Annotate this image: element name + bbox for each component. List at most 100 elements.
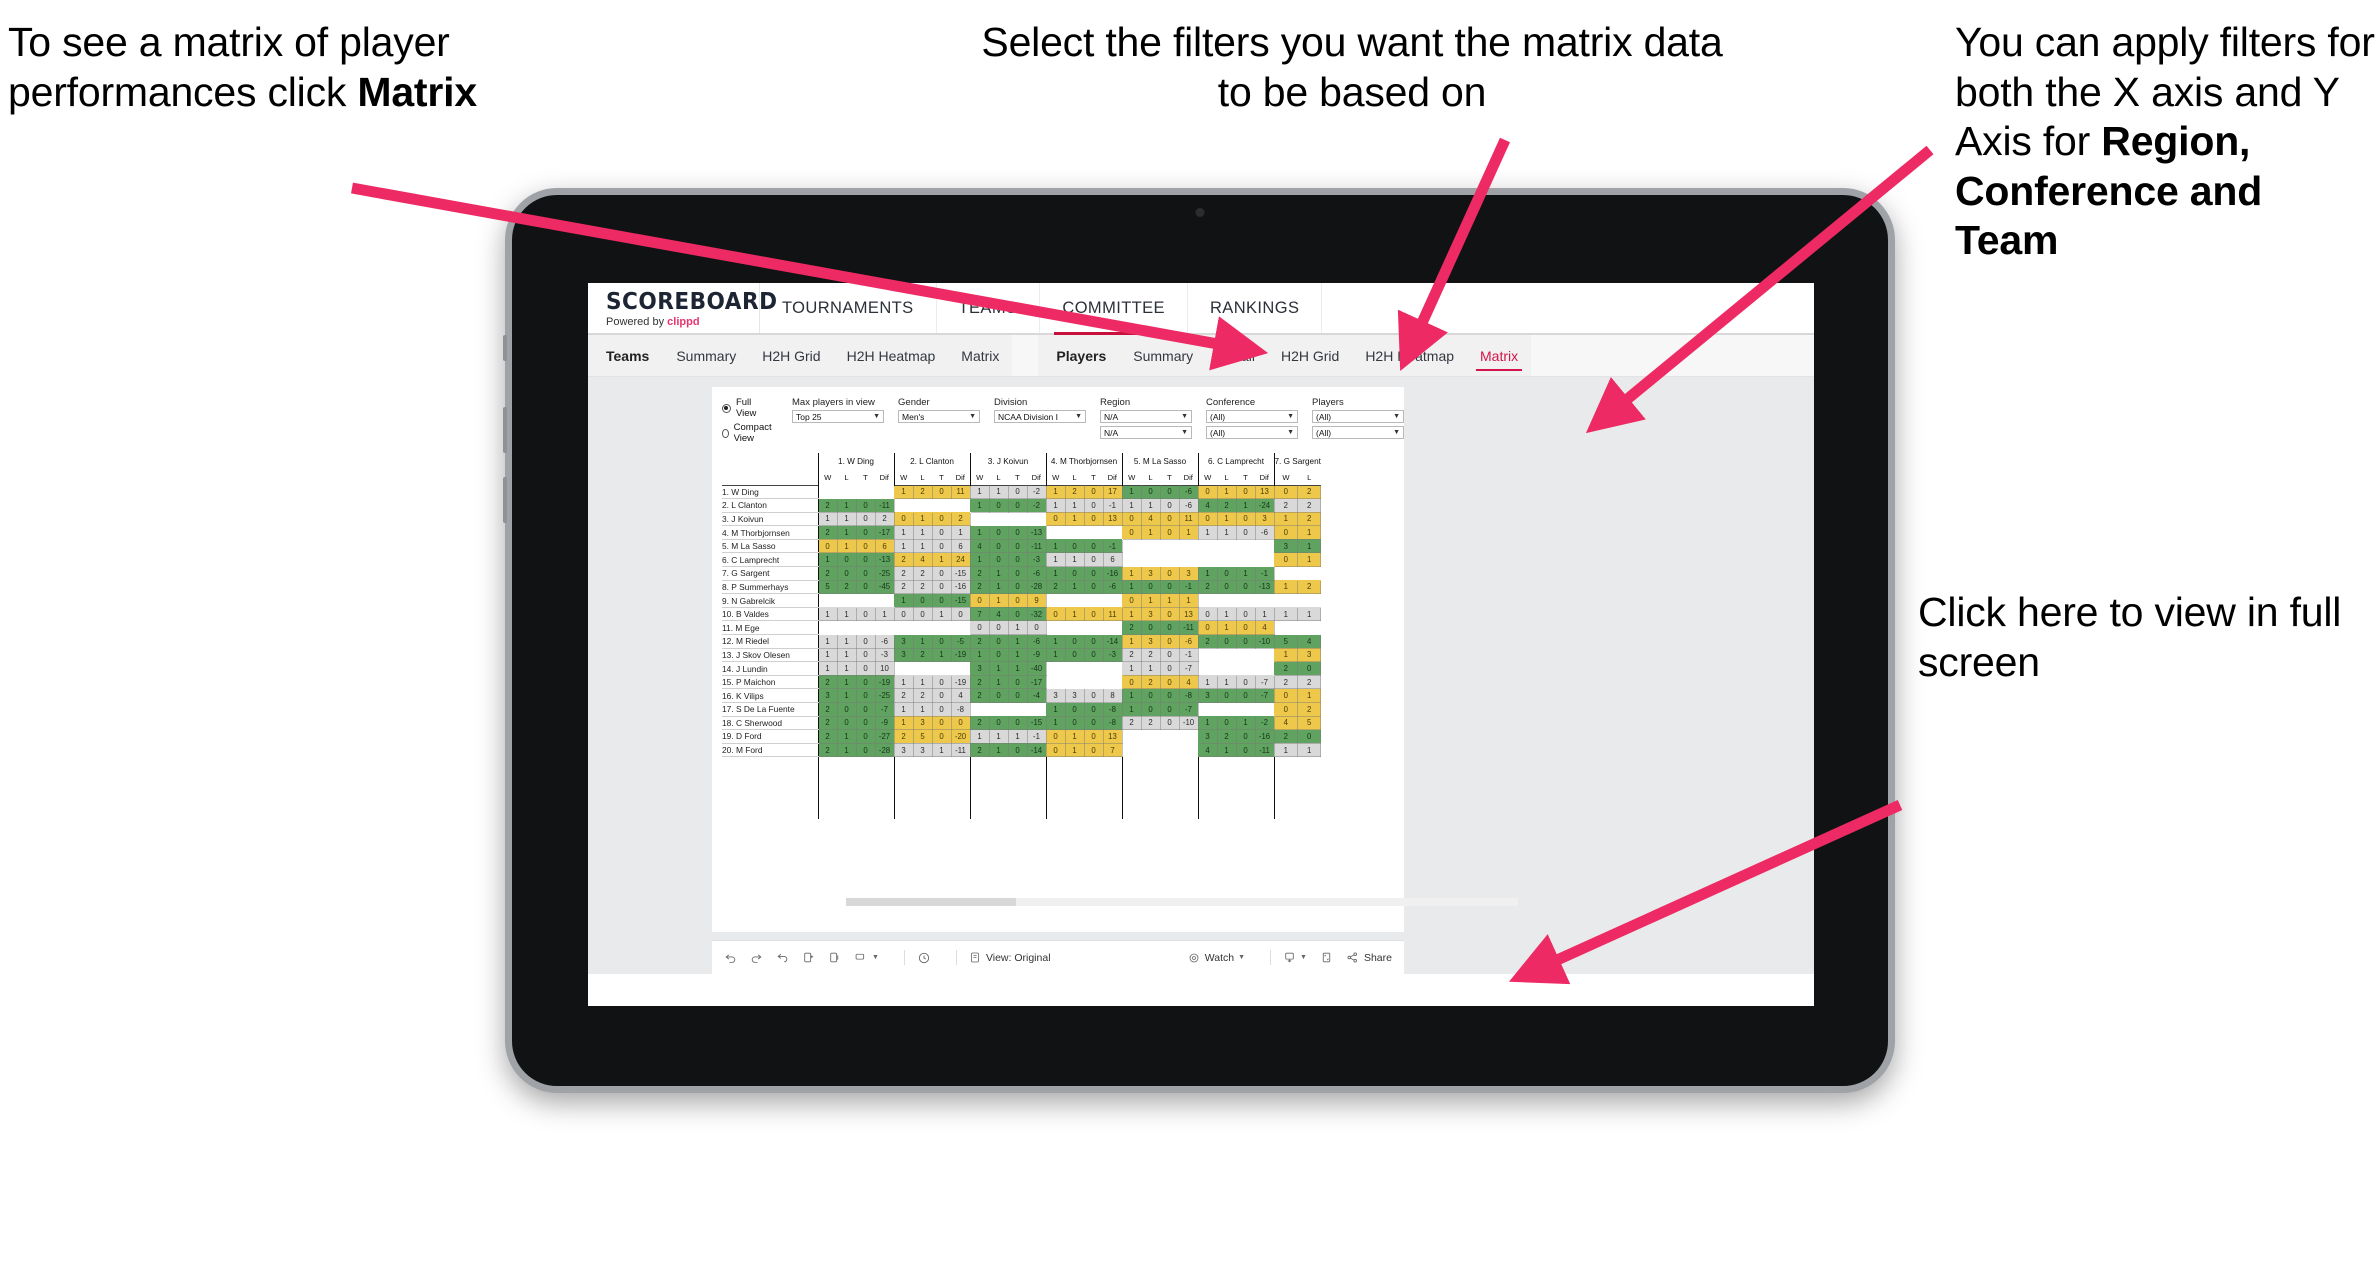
matrix-cell[interactable]: 0 xyxy=(969,620,990,636)
matrix-cell[interactable]: 2 xyxy=(1216,498,1237,513)
matrix-cell[interactable]: 1 xyxy=(1045,538,1066,554)
matrix-cell[interactable]: 13 xyxy=(1178,606,1199,622)
matrix-cell[interactable]: 1 xyxy=(893,525,914,540)
matrix-cell[interactable] xyxy=(1197,539,1217,553)
matrix-cell[interactable]: 0 xyxy=(1159,498,1180,513)
matrix-cell[interactable] xyxy=(817,620,837,635)
matrix-cell[interactable]: 3 xyxy=(1296,647,1322,663)
matrix-cell[interactable]: 0 xyxy=(836,715,857,731)
matrix-cell[interactable] xyxy=(1045,675,1065,689)
matrix-cell[interactable] xyxy=(1008,702,1027,717)
matrix-cell[interactable]: -14 xyxy=(1102,634,1123,649)
matrix-cell[interactable]: 1 xyxy=(988,593,1009,608)
matrix-cell[interactable]: 1 xyxy=(912,511,933,527)
matrix-cell[interactable]: 0 xyxy=(1007,525,1028,540)
matrix-cell[interactable] xyxy=(1255,539,1274,553)
matrix-cell[interactable]: -11 xyxy=(874,498,895,513)
matrix-cell[interactable]: 1 xyxy=(969,729,990,744)
matrix-cell[interactable]: -7 xyxy=(1178,702,1199,717)
matrix-cell[interactable]: 0 xyxy=(1083,498,1104,513)
matrix-cell[interactable]: -1 xyxy=(1178,579,1199,595)
matrix-cell[interactable]: 1 xyxy=(836,661,857,676)
matrix-cell[interactable]: 1 xyxy=(1216,620,1237,636)
matrix-cell[interactable]: 0 xyxy=(1007,674,1028,690)
matrix-cell[interactable] xyxy=(1103,593,1122,608)
matrix-cell[interactable]: 1 xyxy=(893,484,914,500)
matrix-cell[interactable]: 0 xyxy=(1197,511,1218,527)
matrix-cell[interactable]: 0 xyxy=(836,702,857,717)
filter-max-players-select[interactable]: Top 25 ▼ xyxy=(792,410,885,423)
matrix-cell[interactable]: -27 xyxy=(874,729,895,744)
matrix-cell[interactable] xyxy=(913,661,932,676)
matrix-cell[interactable]: 1 xyxy=(912,525,933,540)
matrix-cell[interactable]: 0 xyxy=(1007,742,1028,758)
matrix-cell[interactable]: 2 xyxy=(1296,484,1322,500)
matrix-cell[interactable]: 2 xyxy=(817,498,838,513)
matrix-cell[interactable]: 0 xyxy=(1235,484,1256,500)
matrix-cell[interactable] xyxy=(837,620,856,635)
matrix-cell[interactable]: -7 xyxy=(1178,661,1199,676)
share-button[interactable]: Share xyxy=(1346,951,1392,964)
matrix-cell[interactable]: 0 xyxy=(950,606,971,622)
matrix-cell[interactable]: 0 xyxy=(1045,606,1066,622)
view-original-button[interactable]: View: Original xyxy=(969,951,1051,964)
matrix-cell[interactable]: 2 xyxy=(893,688,914,703)
matrix-cell[interactable]: 0 xyxy=(855,729,876,744)
matrix-cell[interactable]: -7 xyxy=(874,702,895,717)
matrix-cell[interactable]: 2 xyxy=(1121,620,1142,636)
matrix-cell[interactable] xyxy=(817,485,837,499)
matrix-cell[interactable]: 1 xyxy=(1045,552,1066,568)
matrix-cell[interactable]: 4 xyxy=(1197,742,1218,758)
matrix-cell[interactable]: 0 xyxy=(1159,647,1180,663)
matrix-cell[interactable]: 2 xyxy=(893,579,914,595)
matrix-cell[interactable] xyxy=(875,485,894,499)
matrix-cell[interactable]: 0 xyxy=(1121,674,1142,690)
filter-division-select[interactable]: NCAA Division I ▼ xyxy=(994,410,1087,423)
matrix-cell[interactable]: -19 xyxy=(874,674,895,690)
matrix-cell[interactable]: -2 xyxy=(1254,715,1275,731)
matrix-cell[interactable]: 2 xyxy=(1273,729,1298,744)
brand-logo[interactable]: SCOREBOARD Powered by clippd xyxy=(588,283,777,333)
matrix-cell[interactable]: 0 xyxy=(1064,702,1085,717)
matrix-cell[interactable]: -15 xyxy=(1026,715,1047,731)
matrix-cell[interactable]: 0 xyxy=(988,715,1009,731)
matrix-cell[interactable]: 0 xyxy=(1159,620,1180,636)
matrix-cell[interactable]: 0 xyxy=(1045,729,1066,744)
matrix-cell[interactable]: 1 xyxy=(817,511,838,527)
matrix-cell[interactable]: 3 xyxy=(1197,688,1218,703)
matrix-cell[interactable]: -15 xyxy=(950,593,971,608)
matrix-cell[interactable]: 1 xyxy=(893,674,914,690)
revert-icon[interactable] xyxy=(776,951,789,964)
matrix-cell[interactable]: 0 xyxy=(1197,606,1218,622)
matrix-cell[interactable]: 0 xyxy=(1083,702,1104,717)
matrix-cell[interactable]: 8 xyxy=(1102,688,1123,703)
matrix-cell[interactable]: 0 xyxy=(1296,661,1322,676)
matrix-cell[interactable]: 2 xyxy=(912,688,933,703)
matrix-cell[interactable]: -8 xyxy=(950,702,971,717)
matrix-cell[interactable]: 1 xyxy=(1235,715,1256,731)
matrix-cell[interactable]: -6 xyxy=(874,634,895,649)
matrix-cell[interactable]: -6 xyxy=(1254,525,1275,540)
matrix-cell[interactable]: 0 xyxy=(988,620,1009,636)
matrix-cell[interactable]: 0 xyxy=(1083,729,1104,744)
matrix-cell[interactable]: 0 xyxy=(988,538,1009,554)
matrix-cell[interactable]: 0 xyxy=(931,688,952,703)
matrix-cell[interactable]: 2 xyxy=(1045,579,1066,595)
matrix-cell[interactable] xyxy=(1065,525,1084,540)
matrix-cell[interactable]: 0 xyxy=(1121,511,1142,527)
matrix-cell[interactable] xyxy=(1273,566,1298,581)
matrix-cell[interactable]: 0 xyxy=(1140,688,1161,703)
matrix-cell[interactable]: -28 xyxy=(874,742,895,758)
matrix-cell[interactable]: -11 xyxy=(1178,620,1199,636)
matrix-cell[interactable]: 0 xyxy=(1083,606,1104,622)
matrix-cell[interactable]: 6 xyxy=(1102,552,1123,568)
matrix-cell[interactable]: 0 xyxy=(1007,552,1028,568)
subnav-teams-matrix[interactable]: Matrix xyxy=(948,335,1012,376)
matrix-cell[interactable]: 0 xyxy=(1197,620,1218,636)
matrix-cell[interactable]: 13 xyxy=(1254,484,1275,500)
matrix-cell[interactable]: 1 xyxy=(836,674,857,690)
matrix-cell[interactable]: 3 xyxy=(1254,511,1275,527)
matrix-cell[interactable]: 2 xyxy=(817,566,838,581)
matrix-cell[interactable]: 1 xyxy=(1121,688,1142,703)
matrix-cell[interactable]: 2 xyxy=(950,511,971,527)
